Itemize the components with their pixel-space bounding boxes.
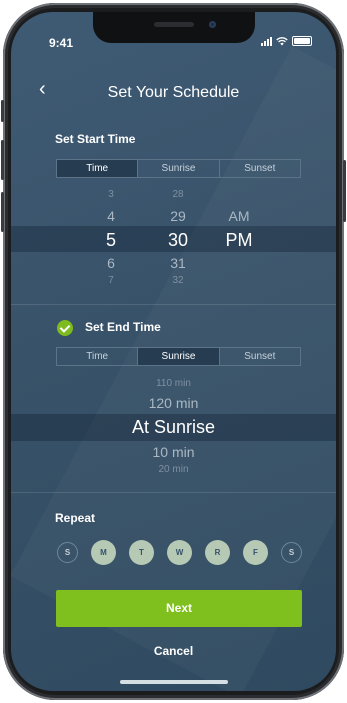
volume-down-button: [1, 192, 4, 232]
day-toggle-wednesday[interactable]: W: [167, 540, 192, 565]
camera: [209, 21, 216, 28]
power-button: [343, 160, 346, 222]
mute-switch: [1, 100, 4, 122]
end-tabs: Time Sunrise Sunset: [56, 347, 301, 366]
end-tab-time[interactable]: Time: [57, 348, 137, 365]
minute-option[interactable]: 28: [163, 189, 193, 200]
start-time-label: Set Start Time: [55, 132, 136, 146]
repeat-days: S M T W R F S: [57, 540, 302, 565]
repeat-label: Repeat: [55, 511, 96, 525]
end-time-label: Set End Time: [85, 320, 161, 334]
status-icons: [261, 36, 312, 46]
offset-option[interactable]: 120 min: [11, 395, 336, 411]
end-tab-sunrise[interactable]: Sunrise: [137, 348, 219, 365]
check-circle-icon[interactable]: [57, 320, 73, 336]
minute-option[interactable]: 32: [163, 275, 193, 286]
day-toggle-tuesday[interactable]: T: [129, 540, 154, 565]
minute-option-selected[interactable]: 30: [160, 230, 196, 251]
status-time: 9:41: [49, 36, 74, 50]
day-toggle-saturday[interactable]: S: [281, 542, 302, 563]
home-indicator: [120, 680, 228, 684]
day-toggle-friday[interactable]: F: [243, 540, 268, 565]
minute-option[interactable]: 29: [163, 208, 193, 224]
volume-up-button: [1, 140, 4, 180]
start-tab-sunrise[interactable]: Sunrise: [137, 160, 218, 177]
period-option[interactable]: AM: [221, 208, 257, 224]
offset-option[interactable]: 20 min: [11, 464, 336, 475]
hour-option[interactable]: 3: [101, 189, 121, 200]
offset-option[interactable]: 10 min: [11, 444, 336, 460]
hour-option[interactable]: 6: [101, 255, 121, 271]
start-tabs: Time Sunrise Sunset: [56, 159, 301, 178]
cancel-button[interactable]: Cancel: [11, 644, 336, 658]
notch: [93, 12, 255, 43]
hour-option[interactable]: 4: [101, 208, 121, 224]
hour-option-selected[interactable]: 5: [99, 230, 123, 251]
day-toggle-sunday[interactable]: S: [57, 542, 78, 563]
hour-option[interactable]: 7: [101, 275, 121, 286]
section-divider: [11, 492, 336, 493]
battery-icon: [292, 36, 312, 46]
offset-option-selected[interactable]: At Sunrise: [11, 417, 336, 438]
day-toggle-thursday[interactable]: R: [205, 540, 230, 565]
end-tab-sunset[interactable]: Sunset: [218, 348, 300, 365]
speaker: [154, 22, 194, 27]
signal-icon: [261, 36, 272, 46]
period-option-selected[interactable]: PM: [219, 230, 259, 251]
minute-option[interactable]: 31: [163, 255, 193, 271]
day-toggle-monday[interactable]: M: [91, 540, 116, 565]
start-tab-sunset[interactable]: Sunset: [218, 160, 300, 177]
offset-option[interactable]: 110 min: [11, 378, 336, 389]
next-button[interactable]: Next: [56, 590, 302, 627]
start-tab-time[interactable]: Time: [57, 160, 138, 177]
app-screen: 9:41 ‹ Set Your Schedule Set Start Time …: [11, 12, 336, 691]
page-title: Set Your Schedule: [107, 84, 240, 101]
wifi-icon: [276, 36, 288, 45]
section-divider: [11, 304, 336, 305]
